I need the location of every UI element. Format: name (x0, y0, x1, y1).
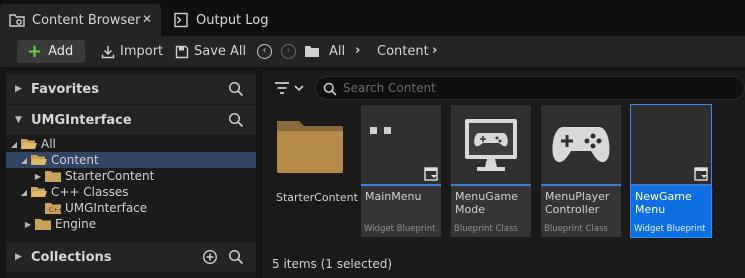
asset-tile-menugamemode[interactable]: MenuGame Mode Blueprint Class (451, 105, 531, 237)
chevron-right-icon: ▶ (24, 219, 32, 229)
tree-item-cpp-classes[interactable]: ◢ C++ Classes (6, 184, 256, 200)
chevron-right-icon[interactable]: › (355, 43, 360, 58)
gamepad-icon (552, 127, 610, 163)
tree-label: All (41, 137, 56, 151)
close-icon[interactable]: ✕ (140, 12, 154, 26)
collections-header[interactable]: ▶ Collections (6, 242, 256, 272)
chevron-right-icon[interactable]: › (432, 43, 437, 58)
plus-icon: + (27, 40, 43, 62)
asset-type: Blueprint Class (454, 224, 518, 234)
add-label: Add (48, 44, 74, 59)
import-button[interactable]: Import (101, 40, 163, 63)
favorites-title: Favorites (31, 81, 99, 97)
sources-panel: ▶ Favorites ▼ UMGInterface ◢ All ◢ Conte… (6, 71, 256, 278)
save-icon (175, 45, 189, 58)
toolbar: + Add Import Save All ‹ › All › Content … (0, 36, 745, 68)
chevron-right-icon: ▶ (34, 171, 42, 181)
save-all-button[interactable]: Save All (175, 40, 246, 63)
open-folder-icon (31, 155, 47, 165)
search-icon[interactable] (228, 249, 244, 265)
chevron-right-icon: ▶ (15, 84, 22, 94)
svg-text:C++: C++ (49, 207, 61, 214)
asset-thumbnail (541, 105, 621, 185)
search-input[interactable] (343, 79, 723, 97)
gamemode-monitor-icon (465, 119, 517, 171)
tab-label: Output Log (196, 12, 269, 28)
tree-item-all[interactable]: ◢ All (6, 136, 256, 152)
folder-icon (305, 46, 319, 57)
tab-label: Content Browser (32, 12, 141, 28)
tree-label: UMGInterface (65, 201, 148, 215)
filter-icon[interactable] (274, 79, 306, 97)
asset-name: MenuPlayer Controller (545, 190, 610, 216)
asset-tile-menuplayercontroller[interactable]: MenuPlayer Controller Blueprint Class (541, 105, 621, 237)
favorites-header[interactable]: ▶ Favorites (6, 74, 256, 104)
status-text: 5 items (1 selected) (272, 257, 393, 271)
save-all-label: Save All (194, 44, 247, 59)
selection-outline (630, 104, 712, 238)
search-icon (323, 82, 337, 96)
asset-thumbnail (451, 105, 531, 185)
asset-name: MenuGame Mode (455, 190, 518, 216)
back-icon[interactable]: ‹ (257, 44, 272, 59)
collections-title: Collections (31, 249, 112, 265)
add-button[interactable]: + Add (17, 40, 85, 63)
asset-info: MenuGame Mode Blueprint Class (451, 186, 531, 237)
search-icon[interactable] (228, 112, 244, 128)
search-icon[interactable] (228, 81, 244, 97)
output-log-icon (174, 12, 188, 28)
cpp-folder-icon: C++ (45, 203, 61, 214)
asset-type: Widget Blueprint (364, 224, 436, 234)
import-label: Import (120, 44, 164, 59)
chevron-down-icon: ◢ (10, 139, 18, 149)
project-title: UMGInterface (31, 112, 132, 128)
forward-icon[interactable]: › (281, 44, 296, 59)
folder-icon (277, 121, 343, 173)
breadcrumb-all[interactable]: All (329, 44, 345, 59)
project-header[interactable]: ▼ UMGInterface (6, 105, 256, 135)
tree-label: C++ Classes (51, 185, 129, 199)
tree-item-umginterface[interactable]: C++ UMGInterface (6, 200, 256, 216)
tree-item-content[interactable]: ◢ Content (6, 152, 256, 168)
asset-name: StarterContent (276, 191, 358, 204)
chevron-right-icon: ▶ (15, 252, 22, 262)
asset-tile-newgamemenu[interactable]: NewGame Menu Widget Blueprint (630, 104, 712, 238)
asset-info: MainMenu Widget Blueprint (361, 186, 441, 237)
search-box[interactable] (315, 76, 745, 100)
tab-output-log[interactable]: Output Log (164, 4, 294, 36)
chevron-down-icon: ▼ (15, 115, 22, 125)
asset-name: MainMenu (365, 190, 422, 203)
tree-label: StarterContent (65, 169, 155, 183)
open-folder-icon (21, 139, 37, 149)
chevron-down-icon: ◢ (20, 155, 28, 165)
folder-icon (35, 219, 51, 230)
tree-item-startercontent[interactable]: ▶ StarterContent (6, 168, 256, 184)
folder-icon (45, 171, 61, 182)
import-icon (101, 45, 115, 58)
asset-tile-mainmenu[interactable]: MainMenu Widget Blueprint (361, 105, 441, 237)
chevron-down-icon: ◢ (20, 187, 28, 197)
tree-label: Content (51, 153, 99, 167)
asset-view-panel: StarterContent MainMenu Widget Blueprint (262, 71, 745, 278)
widget-blueprint-icon (424, 167, 438, 181)
open-folder-icon (31, 187, 47, 197)
asset-type: Blueprint Class (544, 224, 608, 234)
folder-browser-icon (9, 14, 25, 27)
tab-strip: Content Browser ✕ Output Log (0, 0, 745, 36)
add-collection-icon[interactable] (202, 249, 218, 265)
breadcrumb-content[interactable]: Content (377, 44, 429, 59)
tree-item-engine[interactable]: ▶ Engine (6, 216, 256, 232)
tree-label: Engine (55, 217, 97, 231)
asset-info: MenuPlayer Controller Blueprint Class (541, 186, 621, 237)
tab-content-browser[interactable]: Content Browser ✕ (0, 4, 161, 36)
asset-thumbnail (361, 105, 441, 185)
